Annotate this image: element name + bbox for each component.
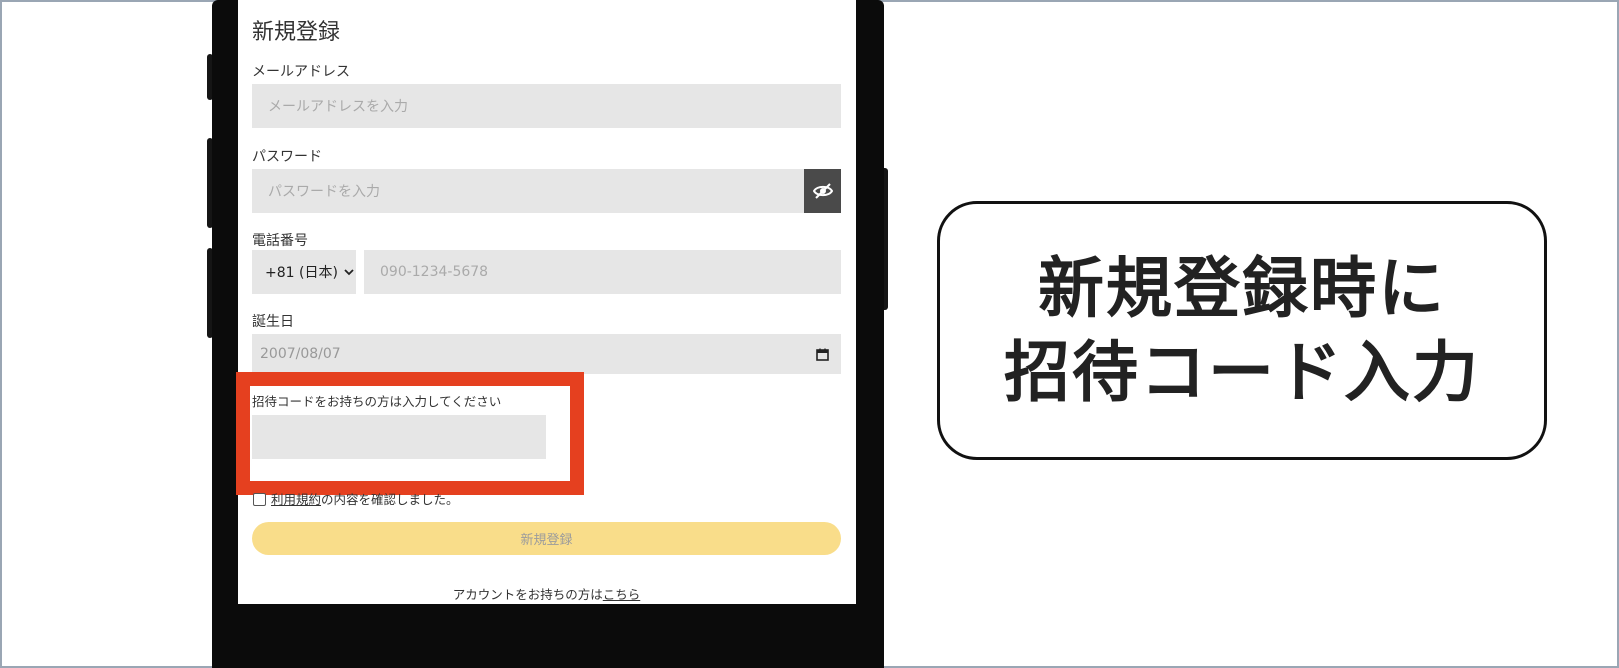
- email-field[interactable]: メールアドレスを入力: [252, 84, 841, 128]
- country-code-select[interactable]: +81 (日本): [252, 250, 356, 294]
- register-button-label: 新規登録: [520, 533, 573, 548]
- toggle-password-visibility-button[interactable]: [804, 169, 841, 213]
- page-title: 新規登録: [252, 20, 341, 45]
- terms-rest: の内容を確認しました。: [321, 492, 459, 507]
- callout-line-2: 招待コード入力: [1004, 333, 1480, 411]
- birthday-value: 2007/08/07: [260, 346, 341, 362]
- email-placeholder: メールアドレスを入力: [268, 99, 408, 115]
- login-prefix: アカウントをお持ちの方は: [452, 587, 603, 602]
- birthday-date-field[interactable]: 2007/08/07: [252, 334, 841, 374]
- invite-code-field[interactable]: [252, 415, 546, 459]
- terms-checkbox[interactable]: [253, 493, 266, 506]
- terms-link[interactable]: 利用規約: [271, 492, 321, 507]
- password-label: パスワード: [252, 149, 322, 165]
- callout-line-1: 新規登録時に: [1038, 249, 1446, 327]
- login-link[interactable]: こちら: [603, 587, 641, 602]
- terms-text: 利用規約の内容を確認しました。: [271, 489, 459, 508]
- country-code-value: +81 (日本): [265, 265, 338, 281]
- login-prompt: アカウントをお持ちの方はこちら: [252, 584, 841, 603]
- register-button[interactable]: 新規登録: [252, 522, 841, 555]
- chevron-down-icon: [344, 269, 354, 276]
- calendar-icon[interactable]: [816, 348, 829, 361]
- invite-code-label: 招待コードをお持ちの方は入力してください: [252, 394, 502, 409]
- password-field[interactable]: パスワードを入力: [252, 169, 804, 213]
- phone-number-field[interactable]: 090-1234-5678: [364, 250, 841, 294]
- phone-number-placeholder: 090-1234-5678: [380, 264, 489, 280]
- callout-box: 新規登録時に 招待コード入力: [937, 201, 1547, 460]
- email-label: メールアドレス: [252, 64, 350, 80]
- phone-label: 電話番号: [252, 233, 308, 249]
- eye-off-icon: [812, 183, 833, 199]
- password-placeholder: パスワードを入力: [268, 184, 380, 200]
- birthday-label: 誕生日: [252, 314, 294, 330]
